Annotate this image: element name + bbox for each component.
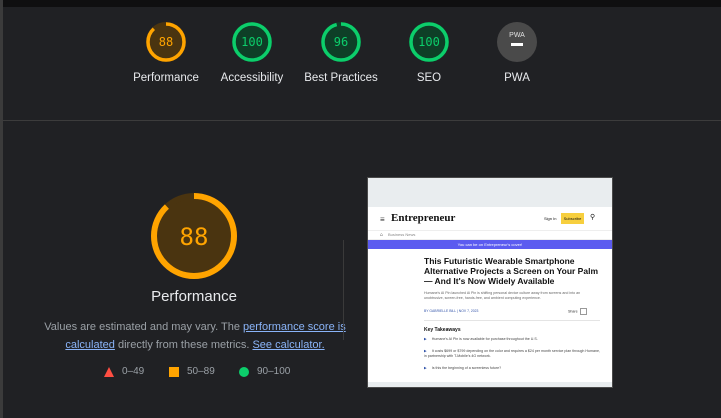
screenshot-crumb-label: Business News — [388, 232, 416, 237]
square-icon — [169, 366, 179, 377]
note-text-mid: directly from these metrics. — [114, 339, 253, 351]
gauge-accessibility[interactable]: 100 Accessibility — [202, 21, 302, 84]
screenshot-takeaway-text: Is this the beginning of a screenless fu… — [431, 366, 502, 370]
seo-score: 100 — [418, 35, 440, 49]
screenshot-banner: You can be on Entrepreneur's cover! — [368, 240, 612, 249]
arrow-icon: ▶ — [424, 366, 427, 370]
pwa-badge-text: PWA — [509, 32, 525, 39]
screenshot-byline: BY GABRIELLE BILL | NOV 7, 2023 — [424, 309, 479, 313]
section-divider — [0, 120, 721, 121]
screenshot-subscribe: Subscribe — [561, 213, 584, 224]
accessibility-label: Accessibility — [220, 72, 284, 84]
screenshot-share: Share — [568, 308, 587, 315]
best-practices-gauge-ring: 96 — [321, 22, 361, 62]
gauge-seo[interactable]: 100 SEO — [379, 21, 479, 84]
legend-range-average: 50–89 — [187, 366, 215, 377]
performance-score: 88 — [159, 35, 173, 49]
score-gauges: 88 Performance 100 Accessibility 96 Best Prac… — [0, 7, 721, 119]
circle-icon — [239, 366, 249, 377]
search-icon: ⚲ — [590, 214, 596, 221]
accessibility-score: 100 — [241, 35, 263, 49]
screenshot-signin: Sign In — [544, 216, 557, 221]
screenshot-takeaway: ▶ Is this the beginning of a screenless f… — [424, 366, 600, 371]
best-practices-label: Best Practices — [304, 72, 378, 84]
menu-icon: ≡ — [380, 215, 385, 224]
legend-range-pass: 90–100 — [257, 366, 291, 377]
arrow-icon: ▶ — [424, 337, 427, 341]
performance-gauge-ring: 88 — [146, 22, 186, 62]
screenshot-rule — [424, 320, 600, 321]
vertical-divider — [343, 240, 344, 340]
screenshot-share-label: Share — [568, 309, 578, 314]
performance-label: Performance — [133, 72, 199, 84]
performance-title: Performance — [151, 288, 237, 305]
gauge-best-practices[interactable]: 96 Best Practices — [291, 21, 391, 84]
screenshot-top-band — [368, 178, 612, 207]
home-icon: ⌂ — [380, 232, 384, 238]
screenshot-breadcrumb: ⌂ Business News — [368, 231, 612, 240]
screenshot-takeaway-text: It costs $699 or $799 depending on the c… — [424, 349, 600, 358]
screenshot-takeaway-text: Humane's AI Pin is now available for pur… — [431, 337, 538, 341]
legend-fail: 0–49 — [104, 366, 144, 377]
score-note: Values are estimated and may vary. The p… — [40, 318, 350, 354]
screenshot-brand: Entrepreneur — [391, 212, 456, 224]
legend-range-fail: 0–49 — [122, 366, 145, 377]
gauge-pwa[interactable]: PWA PWA — [467, 21, 567, 84]
top-bar — [0, 0, 721, 7]
accessibility-gauge-ring: 100 — [232, 22, 272, 62]
performance-score-gauge: 88 — [151, 193, 237, 279]
share-icon — [579, 308, 587, 315]
page-screenshot: ≡ Entrepreneur Sign In Subscribe ⚲ ⌂ Bus… — [367, 177, 613, 388]
note-text: Values are estimated and may vary. The — [44, 321, 243, 333]
pwa-dash — [511, 43, 523, 46]
lighthouse-report: 88 Performance 100 Accessibility 96 Best Prac… — [0, 0, 721, 418]
screenshot-bottom-band — [368, 382, 612, 387]
pwa-gauge-ring: PWA — [497, 22, 537, 62]
seo-label: SEO — [416, 72, 442, 84]
screenshot-key-takeaways: Key Takeaways — [424, 327, 461, 333]
legend-pass: 90–100 — [239, 366, 290, 377]
screenshot-takeaway: ▶ It costs $699 or $799 depending on the … — [424, 349, 600, 359]
see-calculator-link[interactable]: See calculator. — [252, 339, 324, 351]
legend-average: 50–89 — [169, 366, 215, 377]
performance-big-score: 88 — [180, 223, 209, 251]
gauge-performance[interactable]: 88 Performance — [116, 21, 216, 84]
triangle-icon — [104, 366, 114, 377]
screenshot-nav: ≡ Entrepreneur Sign In Subscribe ⚲ — [368, 207, 612, 231]
arrow-icon: ▶ — [424, 349, 427, 353]
best-practices-score: 96 — [334, 35, 348, 49]
pwa-label: PWA — [504, 72, 530, 84]
screenshot-takeaway: ▶ Humane's AI Pin is now available for pu… — [424, 337, 600, 342]
seo-gauge-ring: 100 — [409, 22, 449, 62]
screenshot-headline: This Futuristic Wearable Smartphone Alte… — [424, 256, 599, 286]
screenshot-subhead: Humane's AI Pin launched Ai Pin is shift… — [424, 291, 581, 300]
